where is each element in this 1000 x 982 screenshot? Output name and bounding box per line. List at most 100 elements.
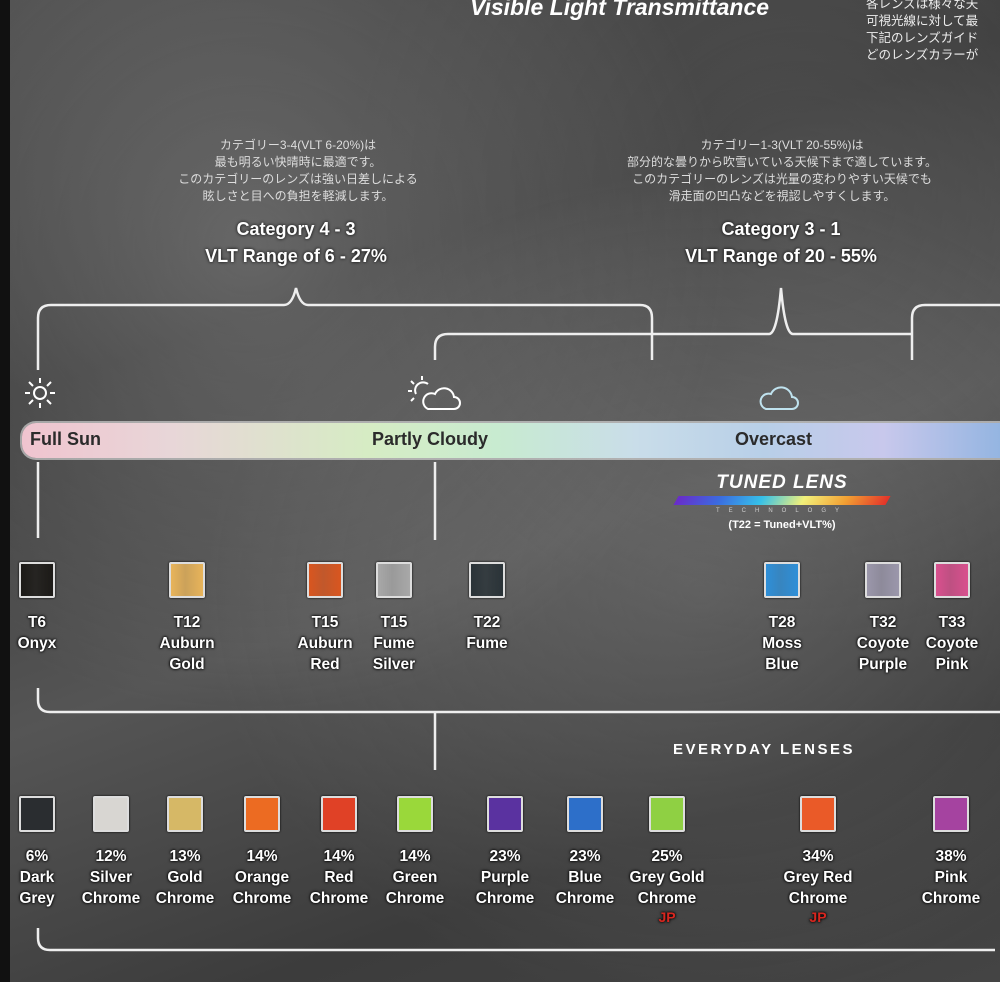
lens-code: T15 [311,614,339,631]
lens-swatch [764,562,800,598]
intro-line: 下記のレンズガイド [866,31,979,45]
lens-vlt: 23% [569,848,601,865]
bracket-category-4-3 [36,287,654,370]
lens-swatch [376,562,412,598]
lens-name: Auburn [297,635,353,652]
lens-label: T28 Moss Blue [762,612,802,675]
desc-line: 眩しさと目への負担を軽減します。 [202,189,394,203]
lens-name: Chrome [309,890,369,907]
category-title: Category 4 - 3 [236,219,356,239]
sun-icon [25,378,55,408]
lens-swatch [933,796,969,832]
lens-name: Grey Gold [629,869,705,886]
light-condition-gradient-bar [22,423,1000,458]
lens-vlt: 38% [935,848,967,865]
category-4-3-heading: Category 4 - 3 VLT Range of 6 - 27% [205,216,387,270]
intro-line: 可視光線に対して最 [866,14,979,28]
lens-swatch [469,562,505,598]
bracket-tuned-lenses [36,688,1000,714]
jp-badge: JP [658,909,676,925]
lens-name: Blue [765,656,799,673]
spectrum-stripe [673,496,891,505]
lens-code: T28 [768,614,796,631]
lens-swatch [487,796,523,832]
lens-name: Coyote [856,635,910,652]
lens-name: Orange [234,869,290,886]
desc-line: 最も明るい快晴時に最適です。 [214,155,382,169]
condition-partly-cloudy: Partly Cloudy [372,429,489,449]
lens-label: T6 Onyx [18,612,57,654]
lens-label: 14% Red Chrome [310,846,369,909]
desc-line: このカテゴリーのレンズは光量の変わりやすい天候でも [632,172,932,186]
lens-label: 13% Gold Chrome [156,846,215,909]
lens-name: Fume [373,635,415,652]
lens-swatch [321,796,357,832]
lens-name: Chrome [385,890,445,907]
lens-swatch [649,796,685,832]
tuned-lens-note: (T22 = Tuned+VLT%) [728,519,836,531]
tuned-lens-logo: TUNED LENS TECHNOLOGY (T22 = Tuned+VLT%) [672,472,892,531]
lens-code: T32 [869,614,897,631]
lens-name: Auburn [159,635,215,652]
lens-vlt: 25% [651,848,683,865]
condition-full-sun: Full Sun [30,429,101,449]
lens-name: Dark [19,869,55,886]
lens-name: Fume [466,635,508,652]
lens-swatch [19,796,55,832]
cloud-icon [759,386,799,410]
lens-label: T32 Coyote Purple [857,612,910,675]
tuned-lens-name: TUNED LENS [716,472,848,493]
lens-swatch [307,562,343,598]
category-3-1-description-jp: カテゴリー1-3(VLT 20-55%)は 部分的な曇りから吹雪いている天候下ま… [627,137,937,205]
lens-name: Purple [858,656,908,673]
lens-name: Silver [89,869,133,886]
lens-label: 34% Grey Red Chrome JP [784,846,853,925]
bracket-next-category [910,303,1000,360]
lens-swatch [934,562,970,598]
lens-name: Gold [167,869,203,886]
lens-label: 14% Green Chrome [386,846,445,909]
lens-code: T15 [380,614,408,631]
lens-swatch [800,796,836,832]
lens-name: Chrome [788,890,848,907]
lens-swatch [169,562,205,598]
lens-vlt: 14% [246,848,278,865]
lens-name: Chrome [155,890,215,907]
lens-label: T15 Fume Silver [373,612,415,675]
category-range: VLT Range of 20 - 55% [685,246,877,266]
category-title: Category 3 - 1 [721,219,841,239]
desc-line: 滑走面の凹凸などを視認しやすくします。 [668,189,896,203]
lens-vlt: 12% [95,848,127,865]
lens-label: T22 Fume [466,612,507,654]
lens-name: Chrome [555,890,615,907]
lens-vlt: 6% [25,848,49,865]
tuned-lens-tech: TECHNOLOGY [715,508,848,514]
lens-name: Pink [935,656,969,673]
lens-label: 23% Purple Chrome [476,846,535,909]
lens-name: Green [392,869,438,886]
lens-label: 23% Blue Chrome [556,846,615,909]
desc-line: カテゴリー1-3(VLT 20-55%)は [700,138,864,152]
lens-name: Blue [568,869,602,886]
lens-name: Red [310,656,340,673]
lens-swatch [865,562,901,598]
lens-swatch [93,796,129,832]
lens-name: Purple [480,869,530,886]
lens-name: Moss [762,635,802,652]
bracket-everyday-lenses [36,928,995,952]
lens-name: Chrome [232,890,292,907]
lens-swatch [19,562,55,598]
intro-text-jp: 各レンズは様々な天 可視光線に対して最 下記のレンズガイド どのレンズカラーが [866,0,1000,64]
lens-name: Onyx [17,635,57,652]
lens-name: Chrome [921,890,981,907]
lens-name: Chrome [637,890,697,907]
lens-label: 12% Silver Chrome [82,846,141,909]
lens-code: T12 [173,614,201,631]
lens-swatch [167,796,203,832]
lens-name: Grey [19,890,55,907]
lens-label: T12 Auburn Gold [159,612,214,675]
lens-vlt: 14% [323,848,355,865]
lens-name: Chrome [475,890,535,907]
lens-name: Coyote [925,635,979,652]
lens-vlt: 14% [399,848,431,865]
